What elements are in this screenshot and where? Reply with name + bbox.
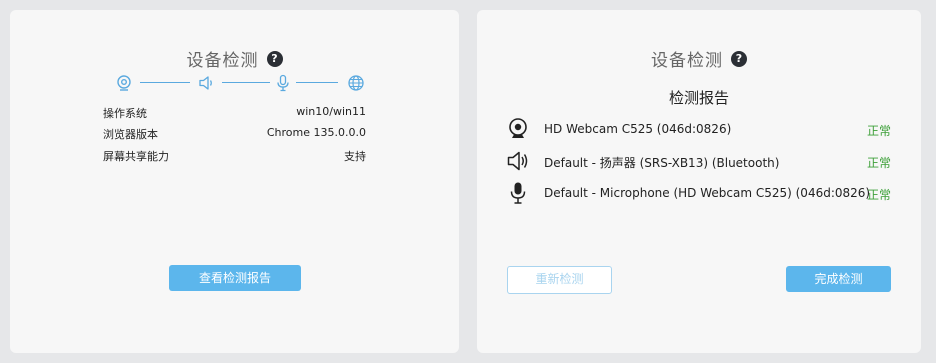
- panel-title-text: 设备检测: [186, 51, 259, 71]
- device-check-panel: 设备检测 ? 操作系统 win10/win11 浏览器版本 Chrome 135…: [10, 10, 459, 353]
- finish-test-button[interactable]: 完成检测: [786, 266, 891, 292]
- camera-icon: [509, 118, 527, 138]
- camera-icon: [117, 75, 131, 91]
- step-connector: [140, 82, 190, 83]
- device-report-panel: 设备检测 ? 检测报告 HD Webcam C525 (046d:0826) 正…: [477, 10, 921, 353]
- info-label: 屏幕共享能力: [103, 150, 169, 163]
- network-globe-icon: [348, 75, 364, 91]
- help-icon[interactable]: ?: [266, 50, 283, 67]
- info-value: Chrome 135.0.0.0: [266, 126, 366, 139]
- info-label: 浏览器版本: [103, 128, 158, 141]
- microphone-icon: [510, 182, 526, 204]
- retest-button[interactable]: 重新检测: [507, 266, 612, 294]
- panel-title: 设备检测 ?: [477, 46, 921, 71]
- device-status: 正常: [866, 156, 891, 170]
- device-name: Default - 扬声器 (SRS-XB13) (Bluetooth): [544, 156, 780, 170]
- speaker-icon: [507, 151, 528, 171]
- help-icon[interactable]: ?: [731, 50, 747, 67]
- microphone-icon: [277, 74, 289, 92]
- check-steps: [115, 74, 364, 94]
- panel-title-text: 设备检测: [651, 51, 723, 71]
- device-status: 正常: [866, 124, 891, 138]
- device-row-camera: HD Webcam C525 (046d:0826) 正常: [507, 117, 891, 141]
- info-label: 操作系统: [103, 107, 147, 120]
- device-row-speaker: Default - 扬声器 (SRS-XB13) (Bluetooth) 正常: [507, 149, 891, 173]
- device-name: Default - Microphone (HD Webcam C525) (0…: [544, 186, 871, 200]
- speaker-icon: [199, 76, 212, 90]
- panel-title: 设备检测 ?: [10, 46, 459, 71]
- step-connector: [296, 82, 338, 83]
- step-connector: [222, 82, 270, 83]
- view-report-button[interactable]: 查看检测报告: [169, 265, 301, 291]
- info-value: win10/win11: [296, 105, 366, 118]
- info-value: 支持: [344, 150, 366, 163]
- device-status: 正常: [866, 188, 891, 202]
- device-row-microphone: Default - Microphone (HD Webcam C525) (0…: [507, 181, 891, 205]
- report-title: 检测报告: [668, 89, 729, 107]
- device-name: HD Webcam C525 (046d:0826): [544, 122, 732, 136]
